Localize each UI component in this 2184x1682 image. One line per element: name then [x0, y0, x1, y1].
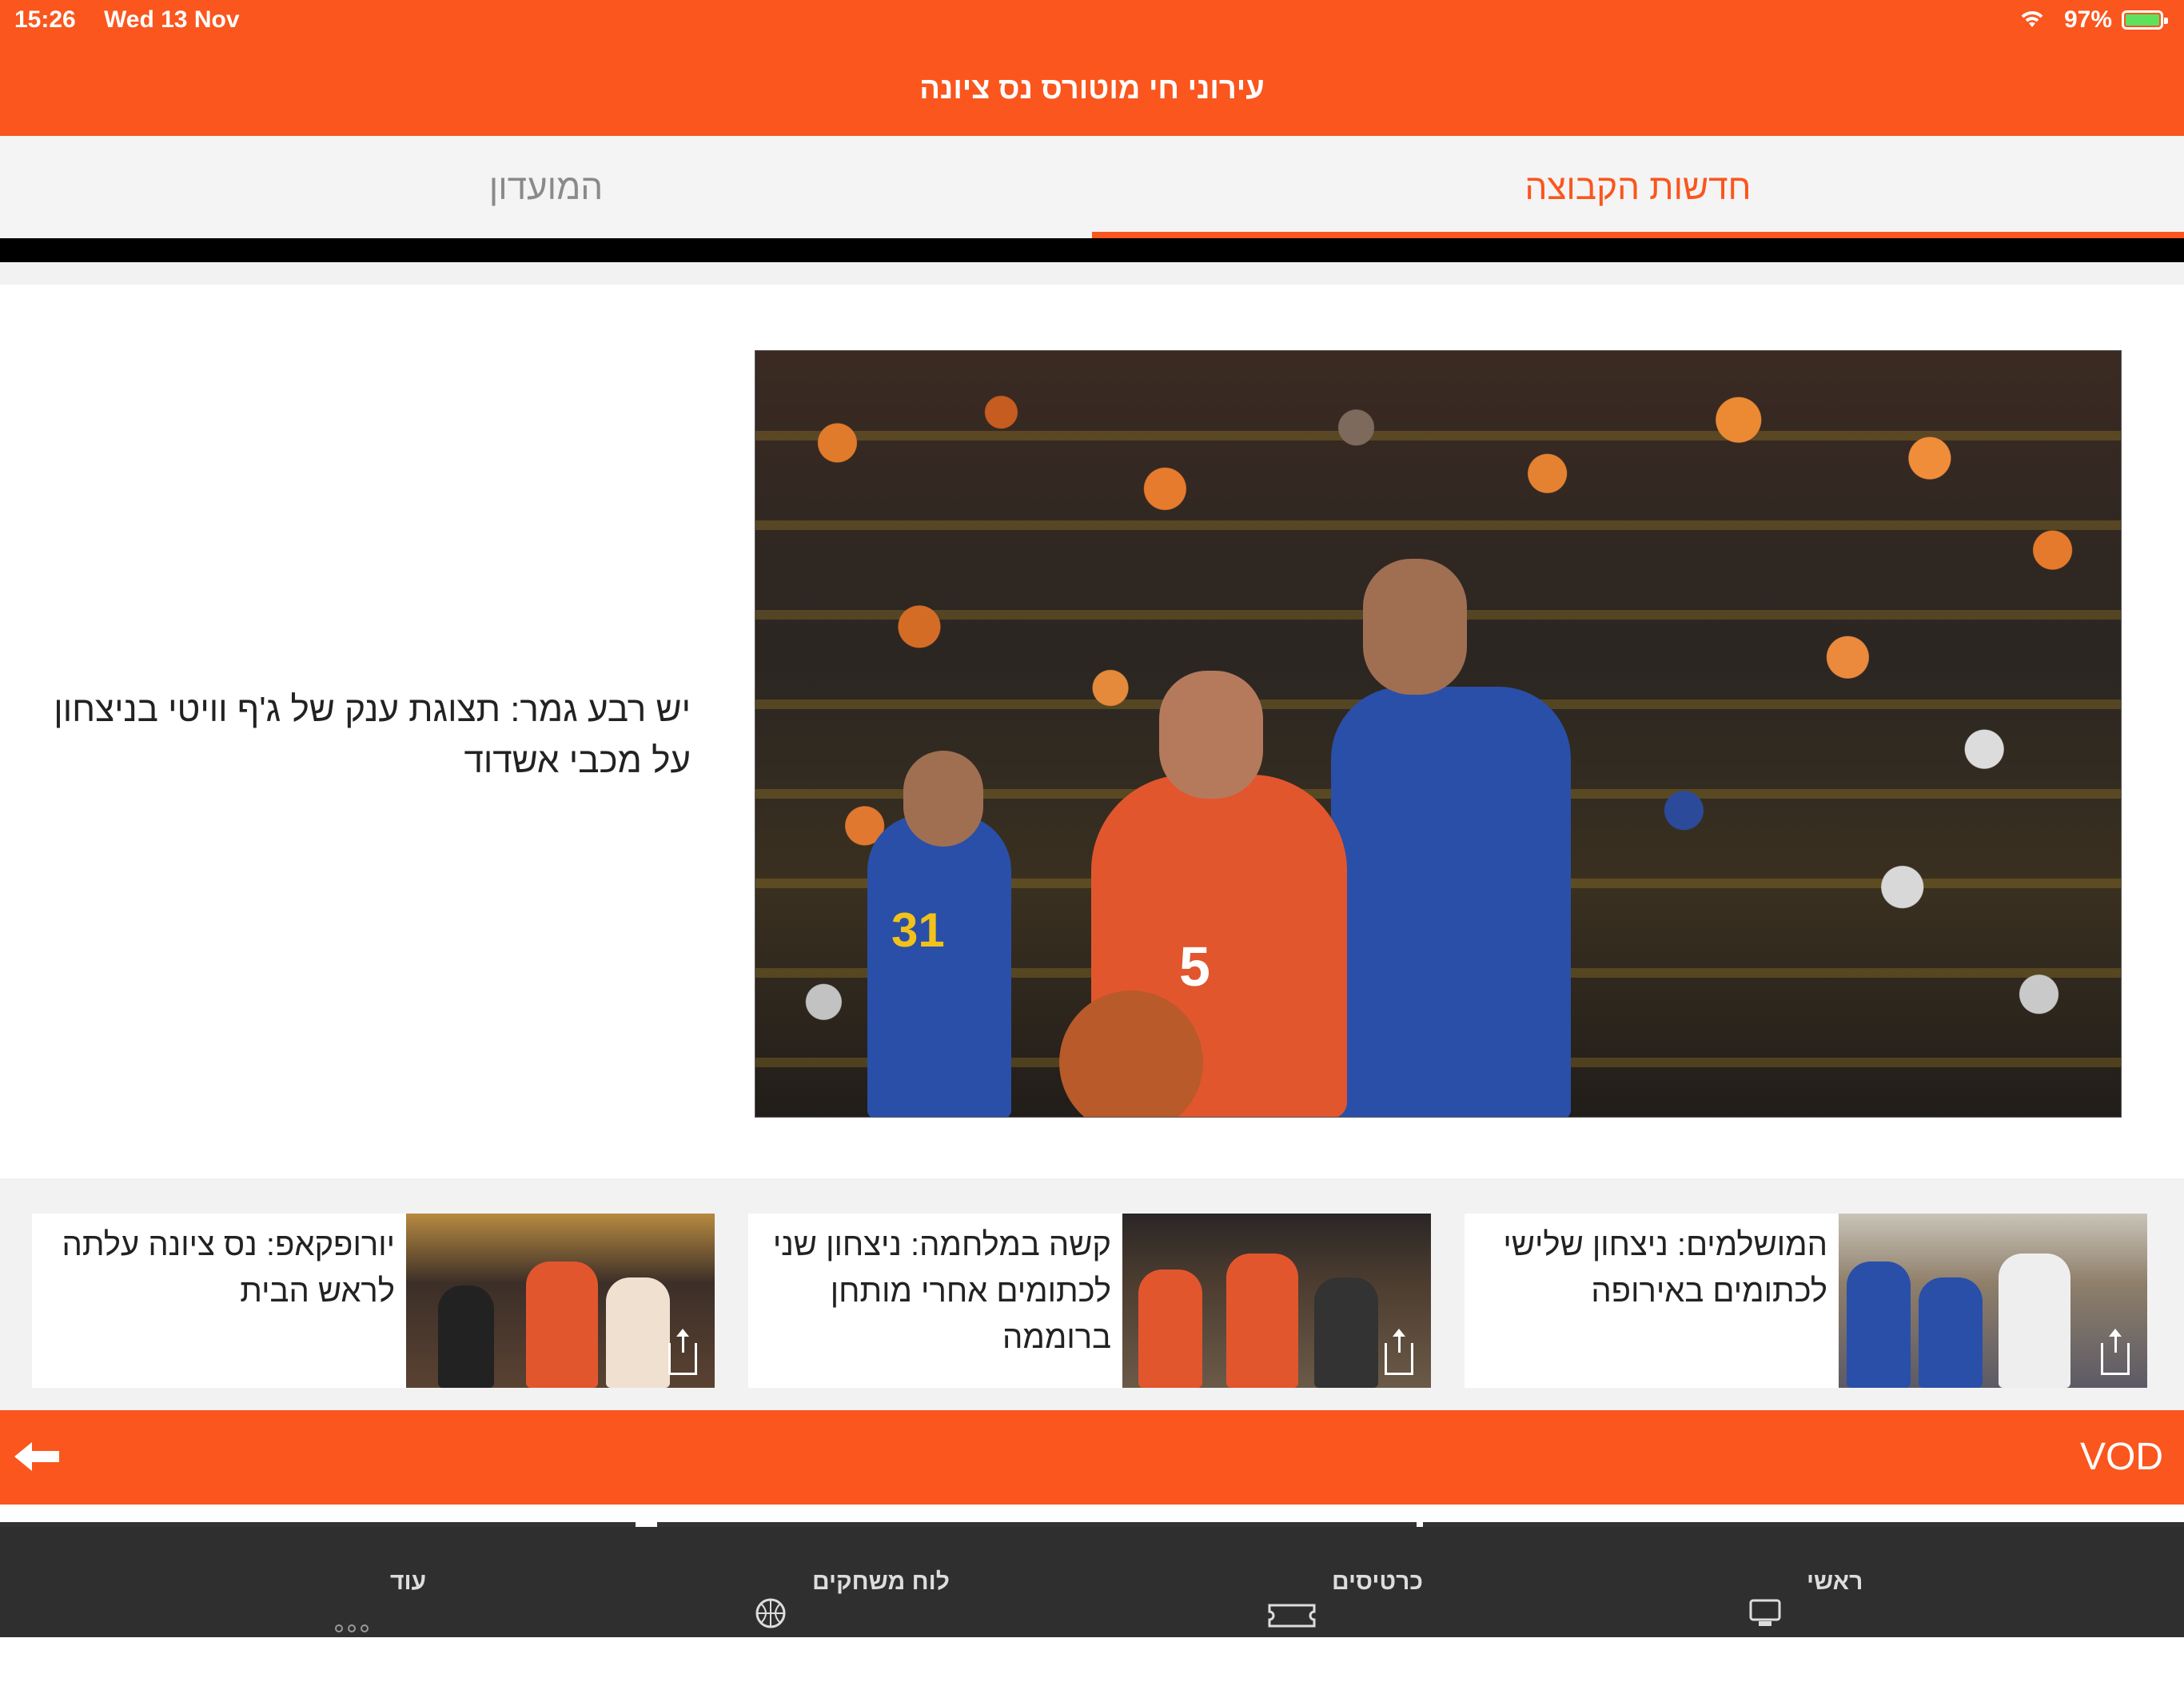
battery-percent: 97%: [2063, 6, 2112, 33]
tab-club[interactable]: המועדון: [0, 136, 1092, 238]
share-icon[interactable]: [1385, 1329, 1413, 1375]
jersey-number-blue: 31: [891, 903, 945, 957]
home-screen-icon: [1748, 1567, 1783, 1677]
bottom-tab-bar: ראשי כרטיסים לוח משחקים עוד: [0, 1527, 2184, 1637]
tab-home[interactable]: ראשי: [1748, 1527, 1863, 1637]
arrow-left-icon[interactable]: [13, 1439, 61, 1474]
more-dots-icon: [334, 1572, 369, 1682]
page-title: עירוני חי מוטורס נס ציונה: [0, 42, 2184, 136]
card-title: יורופקאפ: נס ציונה עלתה לראש הבית: [62, 1227, 395, 1309]
vod-thumbnails-strip: [0, 1505, 2184, 1530]
share-icon[interactable]: [2101, 1329, 2130, 1375]
battery-icon: [2122, 10, 2168, 30]
card-thumbnail: [406, 1214, 715, 1388]
tab-schedule-label: לוח משחקים: [812, 1568, 950, 1595]
active-tab-indicator: [1092, 232, 2184, 238]
card-thumbnail: [1122, 1214, 1431, 1388]
share-icon[interactable]: [668, 1329, 697, 1375]
card-thumbnail: [1839, 1214, 2147, 1388]
tab-schedule[interactable]: לוח משחקים: [755, 1527, 950, 1637]
tab-tickets[interactable]: כרטיסים: [1268, 1527, 1423, 1637]
tab-more-label: עוד: [390, 1568, 427, 1595]
ticket-icon: [1268, 1567, 1316, 1677]
jersey-number-orange: 5: [1179, 935, 1210, 998]
top-tabs: חדשות הקבוצה המועדון: [0, 136, 2184, 238]
tab-more[interactable]: עוד: [334, 1527, 426, 1637]
vod-title: VOD: [2079, 1436, 2163, 1478]
news-card[interactable]: קשה במלחמה: ניצחון שני לכתומים אחרי מותח…: [748, 1214, 1431, 1388]
divider: [0, 238, 2184, 262]
status-bar: 15:26 Wed 13 Nov 97%: [0, 0, 2184, 42]
wifi-icon: [2018, 6, 2047, 37]
vod-section-header[interactable]: VOD: [0, 1410, 2184, 1505]
hero-headline[interactable]: יש רבע גמר: תצוגת ענק של ג'ף וויטי בניצח…: [51, 684, 691, 787]
news-card[interactable]: המושלמים: ניצחון שלישי לכתומים באירופה: [1465, 1214, 2147, 1388]
basketball-icon: [755, 1567, 787, 1677]
card-title: קשה במלחמה: ניצחון שני לכתומים אחרי מותח…: [772, 1227, 1111, 1355]
tab-home-label: ראשי: [1807, 1568, 1863, 1595]
status-time: 15:26: [14, 6, 76, 33]
tab-team-news[interactable]: חדשות הקבוצה: [1092, 136, 2184, 238]
news-card[interactable]: יורופקאפ: נס ציונה עלתה לראש הבית: [32, 1214, 715, 1388]
tab-tickets-label: כרטיסים: [1332, 1568, 1423, 1595]
news-cards: המושלמים: ניצחון שלישי לכתומים באירופה ק…: [0, 1178, 2184, 1410]
hero-image[interactable]: 31 5: [755, 350, 2122, 1118]
status-date: Wed 13 Nov: [104, 6, 240, 33]
card-title: המושלמים: ניצחון שלישי לכתומים באירופה: [1503, 1227, 1827, 1309]
hero-article[interactable]: 31 5 יש רבע גמר: תצוגת ענק של ג'ף וויטי …: [0, 285, 2184, 1178]
divider: [0, 262, 2184, 285]
